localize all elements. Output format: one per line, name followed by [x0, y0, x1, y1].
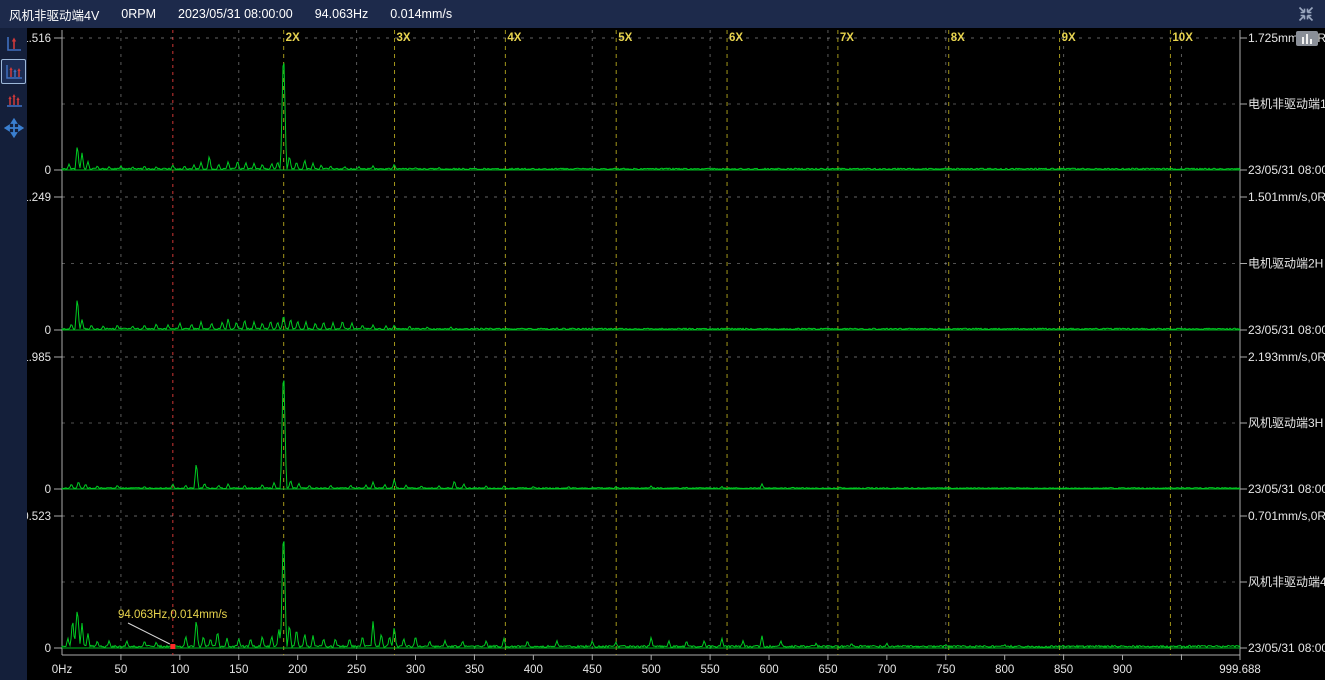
spectrum-chart-3: 1.98502.193mm/s,0RPM风机驱动端3H23/05/31 08:0… [22, 350, 1325, 496]
x-tick-label: 150 [229, 664, 248, 676]
x-tick-label: 350 [465, 664, 484, 676]
channel-name-label: 风机驱动端3H [1248, 416, 1323, 430]
channel-timestamp-label: 23/05/31 08:00:00 [1248, 163, 1325, 177]
channel-name-label: 电机非驱动端1H [1248, 97, 1325, 111]
y-zero-label: 0 [45, 484, 51, 496]
multi-spectrum-tool-button[interactable] [1, 59, 26, 84]
y-zero-label: 0 [45, 325, 51, 337]
x-tick-label: 300 [406, 664, 425, 676]
harmonic-label: 3X [397, 32, 411, 44]
measurement-point-title: 风机非驱动端4V [9, 5, 99, 24]
channel-range-label: 0.701mm/s,0RPM [1248, 509, 1325, 523]
multi-peak-chart-icon [4, 62, 24, 82]
channel-range-label: 2.193mm/s,0RPM [1248, 350, 1325, 364]
mini-chart-button[interactable] [1296, 31, 1318, 46]
move-cross-icon [4, 118, 24, 138]
x-tick-label: 250 [347, 664, 366, 676]
pan-move-tool-button[interactable] [1, 115, 26, 140]
rpm-value: 0RPM [121, 7, 156, 21]
spectrum-plot-area: 2X3X4X5X6X7X8X9X10X1.51601.725mm/s,0RPM电… [0, 0, 1325, 680]
x-tick-label: 100 [170, 664, 189, 676]
x-tick-label: 200 [288, 664, 307, 676]
cursor-amplitude-value: 0.014mm/s [390, 7, 452, 21]
annotation-pointer-line [128, 623, 170, 644]
spectrum-chart-1: 1.51601.725mm/s,0RPM电机非驱动端1H23/05/31 08:… [22, 31, 1325, 177]
harmonic-label: 6X [729, 32, 743, 44]
mini-bar-icon [1310, 39, 1312, 44]
x-tick-label: 600 [759, 664, 778, 676]
channel-timestamp-label: 23/05/31 08:00:00 [1248, 641, 1325, 655]
left-toolbar [0, 28, 27, 680]
channel-timestamp-label: 23/05/31 08:00:00 [1248, 323, 1325, 337]
harmonic-spectrum-tool-button[interactable] [1, 87, 26, 112]
x-tick-label: 50 [115, 664, 128, 676]
cursor-annotation: 94.063Hz,0.014mm/s [118, 609, 228, 621]
x-tick-label: 550 [701, 664, 720, 676]
datetime-value: 2023/05/31 08:00:00 [178, 7, 293, 21]
cursor-frequency-value: 94.063Hz [315, 7, 369, 21]
x-tick-label: 900 [1113, 664, 1132, 676]
app-window: 2X3X4X5X6X7X8X9X10X1.51601.725mm/s,0RPM电… [0, 0, 1325, 680]
spectrum-chart-2: 1.24901.501mm/s,0RPM电机驱动端2H23/05/31 08:0… [22, 190, 1325, 337]
x-tick-label: 650 [818, 664, 837, 676]
cursor-marker[interactable] [170, 644, 175, 649]
x-tick-label: 0Hz [52, 664, 73, 676]
harmonic-label: 10X [1172, 32, 1193, 44]
single-spectrum-tool-button[interactable] [1, 31, 26, 56]
x-tick-label: 450 [583, 664, 602, 676]
channel-name-label: 电机驱动端2H [1248, 257, 1323, 271]
y-zero-label: 0 [45, 643, 51, 655]
channel-name-label: 风机非驱动端4V [1248, 575, 1325, 589]
mini-bar-icon [1306, 34, 1308, 44]
collapse-arrows-glyph [1297, 5, 1315, 23]
collapse-icon[interactable] [1295, 3, 1317, 25]
x-tick-label: 500 [642, 664, 661, 676]
single-peak-chart-icon [4, 34, 24, 54]
x-tick-label: 850 [1054, 664, 1073, 676]
y-zero-label: 0 [45, 165, 51, 177]
x-tick-label: 750 [936, 664, 955, 676]
spectrum-chart-4: 0.52300.701mm/s,0RPM风机非驱动端4V23/05/31 08:… [22, 509, 1325, 655]
top-status-bar: 风机非驱动端4V 0RPM 2023/05/31 08:00:00 94.063… [0, 0, 1325, 28]
x-tick-label: 999.688 [1219, 664, 1261, 676]
x-tick-label: 800 [995, 664, 1014, 676]
x-tick-label: 400 [524, 664, 543, 676]
channel-timestamp-label: 23/05/31 08:00:00 [1248, 482, 1325, 496]
x-tick-label: 700 [877, 664, 896, 676]
mini-bar-icon [1302, 37, 1304, 44]
channel-range-label: 1.501mm/s,0RPM [1248, 190, 1325, 204]
harmonics-chart-icon [4, 90, 24, 110]
